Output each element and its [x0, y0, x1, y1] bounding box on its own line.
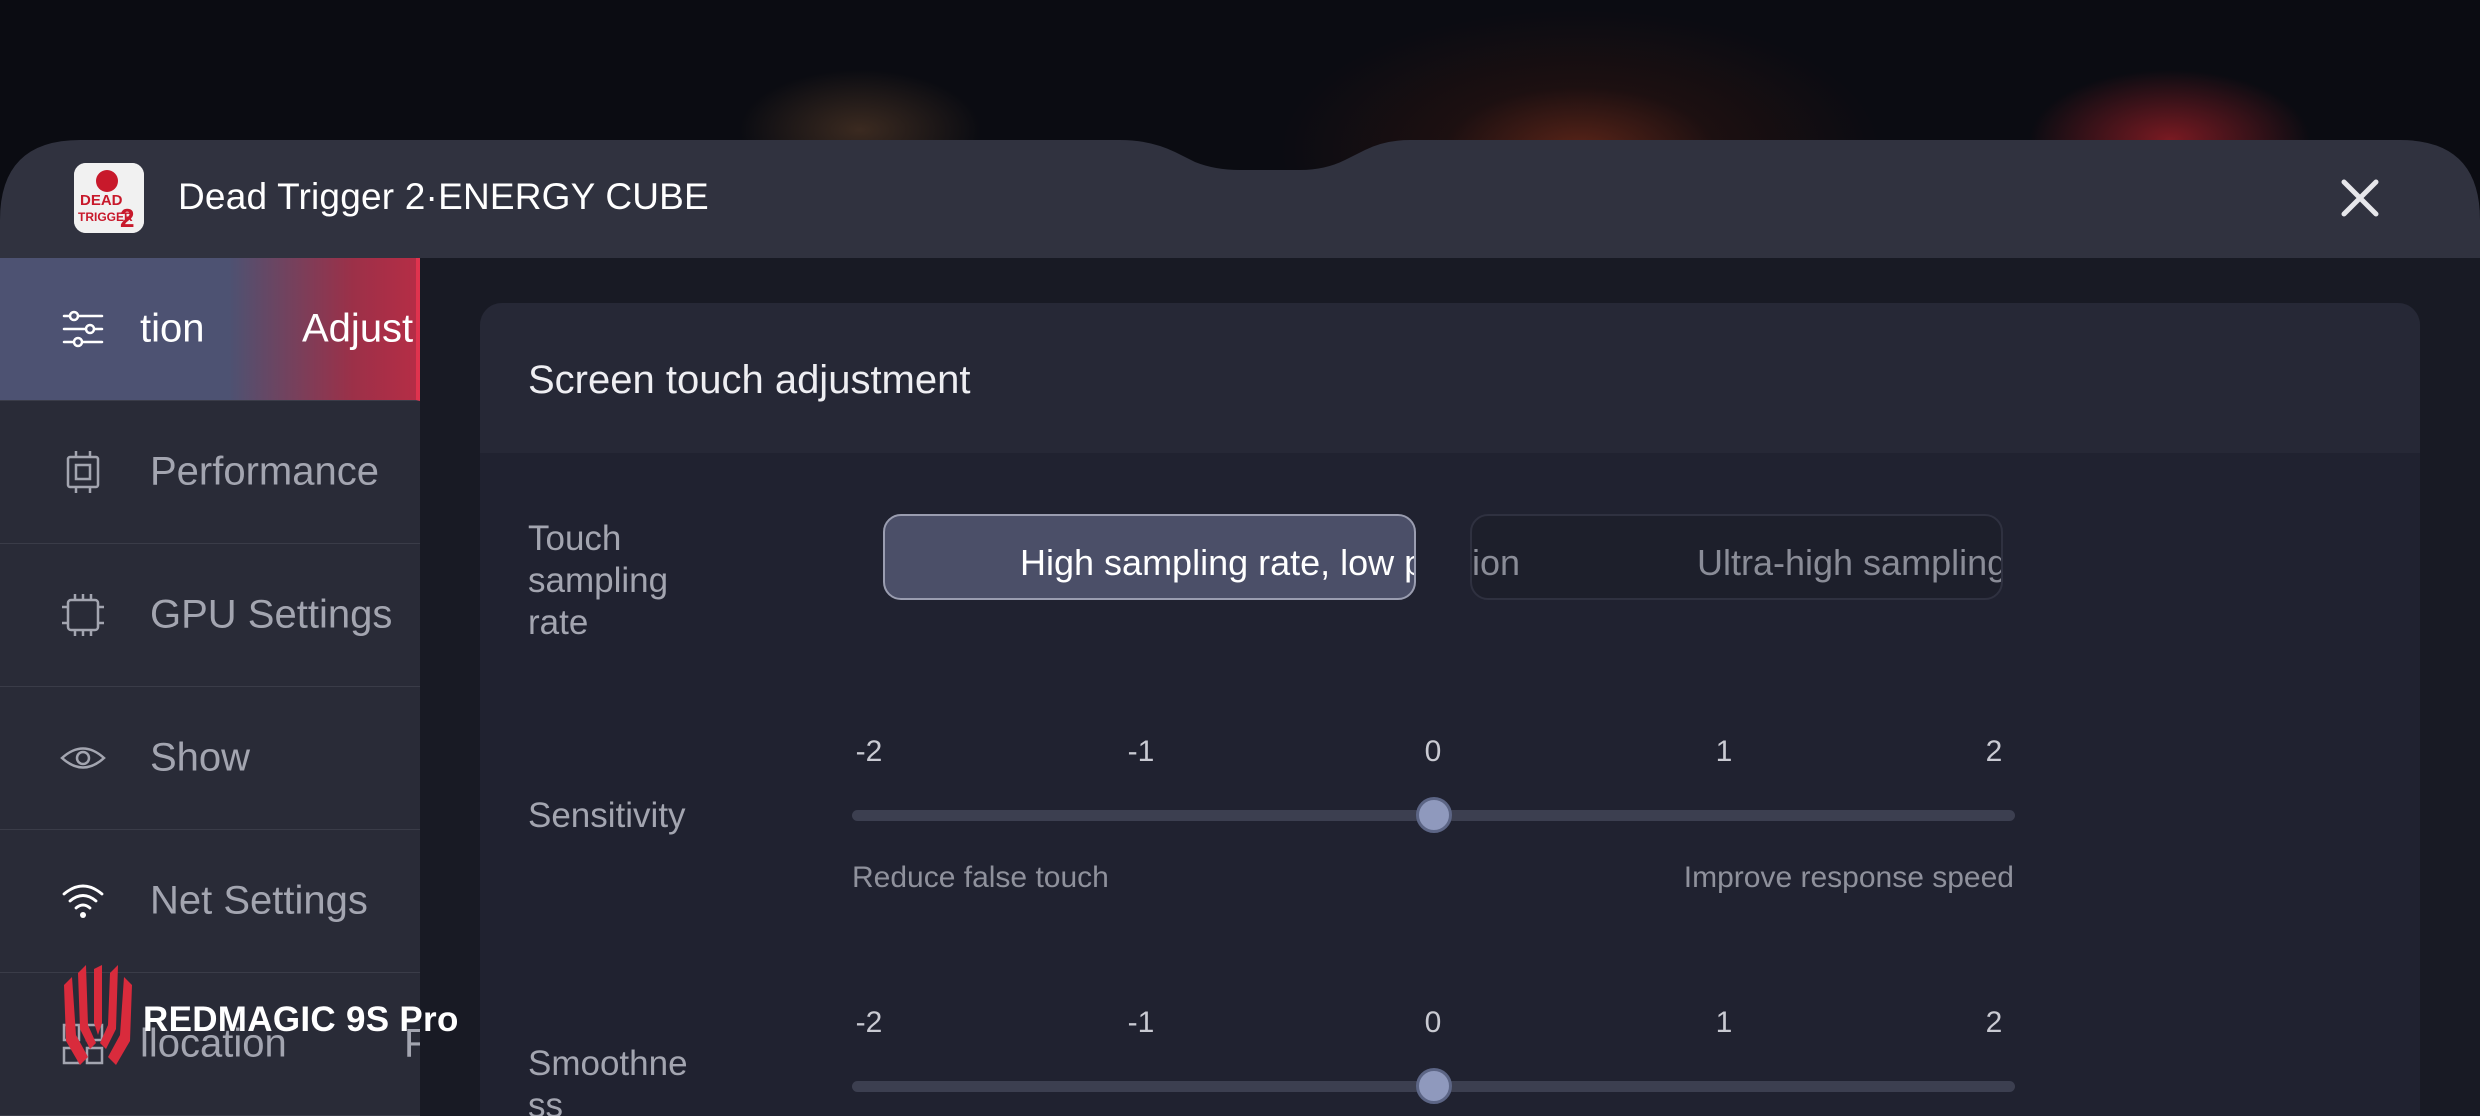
smoothness-tick: 0: [1424, 1006, 1442, 1039]
sensitivity-min-hint: Reduce false touch: [852, 861, 1109, 894]
sensitivity-tick: 2: [1985, 735, 2003, 768]
touch-sampling-label: Touch sampling rate: [528, 518, 668, 644]
sampling-option-label: High sampling rate, low p: [1020, 542, 1416, 583]
app-icon: DEAD TRIGGER 2: [74, 163, 144, 233]
sensitivity-slider-thumb[interactable]: [1415, 797, 1452, 833]
sensitivity-max-hint: Improve response speed: [1683, 861, 2014, 894]
smoothness-label: Smoothne ss: [528, 1043, 688, 1116]
card-header: Screen touch adjustment: [480, 303, 2420, 453]
sidebar-item-label: Show: [150, 735, 251, 780]
svg-text:2: 2: [120, 203, 134, 233]
touch-sampling-label-line: rate: [528, 603, 589, 642]
eye-icon: [60, 747, 106, 769]
game-overlay-screen: DEAD TRIGGER 2 Dead Trigger 2·ENERGY CUB…: [0, 0, 2480, 1116]
sidebar-item-adjust[interactable]: tion Adjust: [0, 258, 420, 401]
sampling-option-high-low-power[interactable]: High sampling rate, low p: [883, 514, 1416, 600]
sidebar-item-label: Net Settings: [150, 878, 368, 923]
performance-chip-icon: [66, 451, 100, 493]
gpu-chip-icon: [62, 594, 104, 636]
sidebar-item-show[interactable]: Show: [0, 687, 420, 830]
sidebar-item-net-settings[interactable]: Net Settings: [0, 830, 420, 973]
sidebar-active-label-scroll-left: tion: [140, 306, 205, 351]
close-button[interactable]: [2330, 168, 2390, 228]
wifi-icon: [62, 884, 104, 918]
card-title: Screen touch adjustment: [528, 358, 971, 402]
svg-text:DEAD: DEAD: [80, 192, 123, 209]
touch-sampling-label-line: sampling: [528, 561, 669, 600]
smoothness-slider-thumb[interactable]: [1415, 1068, 1452, 1104]
close-icon: [2341, 179, 2379, 217]
sensitivity-tick: 0: [1424, 735, 1442, 768]
device-watermark: REDMAGIC 9S Pro: [143, 1000, 459, 1039]
smoothness-tick: 1: [1715, 1006, 1733, 1039]
sidebar-item-gpu-settings[interactable]: GPU Settings: [0, 544, 420, 687]
smoothness-label-line: Smoothne: [528, 1044, 688, 1083]
sensitivity-tick: -2: [855, 735, 883, 768]
sidebar-item-label: GPU Settings: [150, 592, 393, 637]
sidebar-item-label: Performance: [150, 449, 379, 494]
smoothness-tick: -1: [1127, 1006, 1155, 1039]
smoothness-tick: 2: [1985, 1006, 2003, 1039]
smoothness-tick: -2: [855, 1006, 883, 1039]
smoothness-label-line: ss: [528, 1086, 563, 1116]
sliders-icon: [62, 310, 104, 348]
sidebar-active-label-scroll-right: Adjust: [302, 306, 414, 351]
sampling-option-ultra-high[interactable]: ion Ultra-high sampling: [1470, 514, 2003, 600]
sensitivity-tick: -1: [1127, 735, 1155, 768]
touch-sampling-label-line: Touch: [528, 519, 622, 558]
sampling-option-label-fragment: ion: [1472, 542, 1521, 583]
sidebar-item-performance[interactable]: Performance: [0, 401, 420, 544]
redmagic-logo: [64, 965, 132, 1065]
sensitivity-label: Sensitivity: [528, 796, 686, 835]
sensitivity-tick: 1: [1715, 735, 1733, 768]
screen-touch-card: Screen touch adjustment Touch sampling r…: [480, 303, 2420, 1116]
sampling-option-label: Ultra-high sampling: [1697, 542, 2003, 583]
app-title: Dead Trigger 2·ENERGY CUBE: [178, 176, 709, 217]
